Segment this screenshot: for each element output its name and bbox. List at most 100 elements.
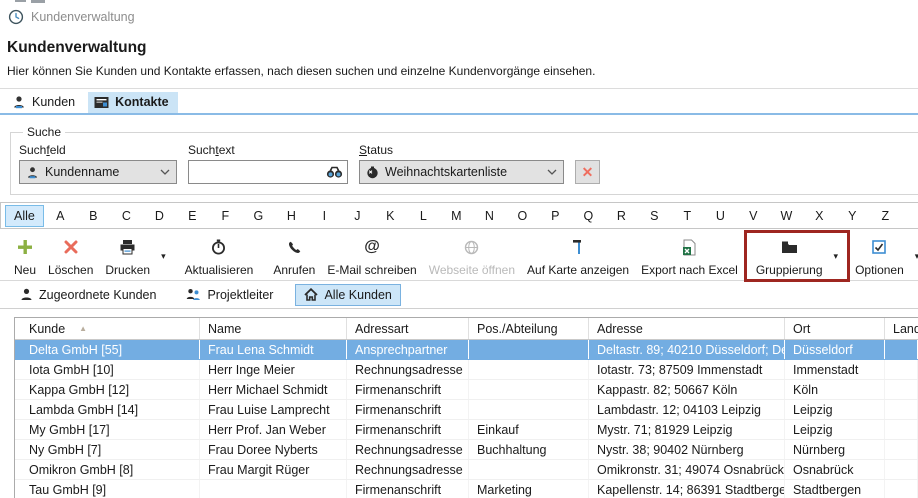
chevron-down-icon (160, 169, 170, 175)
alphabet-letter-M[interactable]: M (440, 206, 473, 226)
cell-land (885, 460, 918, 479)
grouping-dropdown-arrow[interactable]: ▾ (829, 233, 844, 280)
cell-pos (469, 380, 589, 399)
alphabet-letter-Z[interactable]: Z (869, 206, 902, 226)
table-row[interactable]: Omikron GmbH [8]Frau Margit RügerRechnun… (15, 460, 918, 480)
grouping-annotated-area: Gruppierung ▾ (744, 233, 849, 280)
alphabet-letter-W[interactable]: W (770, 206, 803, 226)
person-bust-icon (20, 288, 33, 301)
print-button[interactable]: Drucken (99, 233, 156, 280)
table-row[interactable]: Lambda GmbH [14]Frau Luise LamprechtFirm… (15, 400, 918, 420)
binoculars-icon[interactable] (326, 166, 343, 179)
tab-kunden[interactable]: Kunden (6, 92, 84, 113)
alphabet-letter-L[interactable]: L (407, 206, 440, 226)
cell-kunde: Lambda GmbH [14] (21, 400, 200, 419)
column-header-ort[interactable]: Ort (785, 318, 885, 339)
alphabet-letter-J[interactable]: J (341, 206, 374, 226)
table-row[interactable]: Kappa GmbH [12]Herr Michael SchmidtFirme… (15, 380, 918, 400)
cell-adresse: Kappastr. 82; 50667 Köln (589, 380, 785, 399)
alphabet-letter-G[interactable]: G (242, 206, 275, 226)
filter-alle-kunden[interactable]: Alle Kunden (295, 284, 400, 306)
ornament-icon (366, 166, 379, 179)
filter-zugeordnete-kunden[interactable]: Zugeordnete Kunden (12, 285, 164, 305)
table-row[interactable]: My GmbH [17]Herr Prof. Jan WeberFirmenan… (15, 420, 918, 440)
alphabet-letter-S[interactable]: S (638, 206, 671, 226)
map-marker-icon (571, 237, 586, 257)
column-header-name[interactable]: Name (200, 318, 347, 339)
tab-kontakte[interactable]: Kontakte (88, 92, 177, 113)
cell-name: Herr Prof. Jan Weber (200, 420, 347, 439)
alphabet-letter-Y[interactable]: Y (836, 206, 869, 226)
column-header-adressart[interactable]: Adressart (347, 318, 469, 339)
table-row[interactable]: Delta GmbH [55]Frau Lena SchmidtAnsprech… (15, 340, 918, 360)
cell-name: Frau Lena Schmidt (200, 340, 347, 359)
cell-adresse: Kapellenstr. 14; 86391 Stadtberge... (589, 480, 785, 498)
alphabet-letter-H[interactable]: H (275, 206, 308, 226)
cell-ort: Nürnberg (785, 440, 885, 459)
alphabet-letter-D[interactable]: D (143, 206, 176, 226)
grouping-button[interactable]: Gruppierung (750, 233, 829, 280)
alphabet-letter-F[interactable]: F (209, 206, 242, 226)
cell-ort: Immenstadt (785, 360, 885, 379)
table-row[interactable]: Ny GmbH [7]Frau Doree NybertsRechnungsad… (15, 440, 918, 460)
column-header-pos[interactable]: Pos./Abteilung (469, 318, 589, 339)
people-group-icon (186, 288, 201, 301)
cell-kunde: Kappa GmbH [12] (21, 380, 200, 399)
cell-adressart: Rechnungsadresse (347, 360, 469, 379)
phone-icon (287, 237, 302, 257)
delete-button[interactable]: Löschen (42, 233, 99, 280)
refresh-button[interactable]: Aktualisieren (179, 233, 260, 280)
cell-pos (469, 400, 589, 419)
cell-adressart: Firmenanschrift (347, 480, 469, 498)
alphabet-letter-P[interactable]: P (539, 206, 572, 226)
column-header-land[interactable]: Land (885, 318, 918, 339)
call-button[interactable]: Anrufen (267, 233, 321, 280)
write-email-button[interactable]: @ E-Mail schreiben (321, 233, 422, 280)
alphabet-letter-I[interactable]: I (308, 206, 341, 226)
options-button[interactable]: Optionen (849, 233, 910, 280)
cell-land (885, 400, 918, 419)
alphabet-letter-O[interactable]: O (506, 206, 539, 226)
alphabet-letter-B[interactable]: B (77, 206, 110, 226)
suchfeld-dropdown[interactable]: Kundenname (19, 160, 177, 184)
cell-ort: Düsseldorf (785, 340, 885, 359)
cell-land (885, 340, 918, 359)
alphabet-letter-U[interactable]: U (704, 206, 737, 226)
alphabet-letter-X[interactable]: X (803, 206, 836, 226)
search-legend: Suche (23, 125, 65, 139)
export-excel-button[interactable]: Export nach Excel (635, 233, 744, 280)
alphabet-letter-A[interactable]: A (44, 206, 77, 226)
breadcrumb[interactable]: Kundenverwaltung (0, 0, 918, 25)
table-row[interactable]: Tau GmbH [9]FirmenanschriftMarketingKape… (15, 480, 918, 498)
show-on-map-button[interactable]: Auf Karte anzeigen (521, 233, 635, 280)
status-dropdown[interactable]: Weihnachtskartenliste (359, 160, 564, 184)
tabstrip: Kunden Kontakte (0, 88, 918, 115)
cell-adresse: Lambdastr. 12; 04103 Leipzig (589, 400, 785, 419)
alphabet-letter-Q[interactable]: Q (572, 206, 605, 226)
alphabet-letter-R[interactable]: R (605, 206, 638, 226)
alphabet-letter-K[interactable]: K (374, 206, 407, 226)
alphabet-letter-E[interactable]: E (176, 206, 209, 226)
sort-ascending-icon: ▲ (79, 324, 87, 333)
alphabet-letter-V[interactable]: V (737, 206, 770, 226)
column-header-kunde[interactable]: Kunde▲ (21, 318, 200, 339)
person-icon (26, 166, 39, 179)
column-header-adresse[interactable]: Adresse (589, 318, 785, 339)
x-icon (64, 237, 78, 257)
suchtext-input[interactable] (193, 165, 326, 179)
cell-ort: Köln (785, 380, 885, 399)
clear-status-button[interactable]: ✕ (575, 160, 600, 184)
print-dropdown-arrow[interactable]: ▾ (156, 233, 171, 280)
cell-name: Frau Luise Lamprecht (200, 400, 347, 419)
tab-label: Kunden (32, 95, 75, 109)
options-dropdown-arrow[interactable]: ▾ (910, 233, 918, 280)
cell-land (885, 420, 918, 439)
table-row[interactable]: Iota GmbH [10]Herr Inge MeierRechnungsad… (15, 360, 918, 380)
alphabet-letter-T[interactable]: T (671, 206, 704, 226)
alphabet-letter-C[interactable]: C (110, 206, 143, 226)
new-button[interactable]: Neu (8, 233, 42, 280)
clipped-tab-fragment (31, 0, 45, 3)
alphabet-letter-Alle[interactable]: Alle (5, 205, 44, 227)
alphabet-letter-N[interactable]: N (473, 206, 506, 226)
filter-projektleiter[interactable]: Projektleiter (178, 285, 281, 305)
